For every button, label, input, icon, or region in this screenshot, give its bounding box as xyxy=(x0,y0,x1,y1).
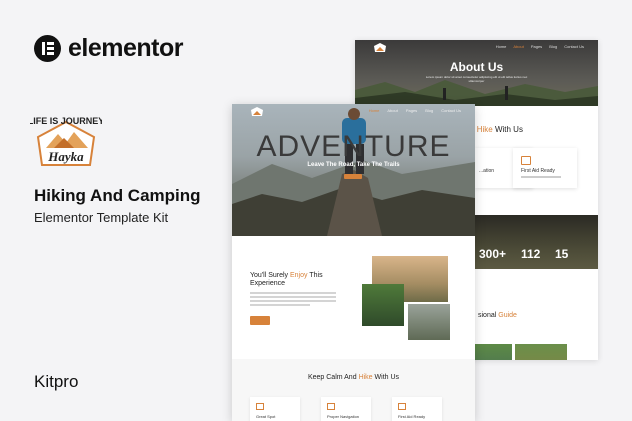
about-hero: Home About Pages Blog Contact Us About U… xyxy=(355,40,598,106)
kit-subtitle: Elementor Template Kit xyxy=(34,210,169,225)
guide-section-title: sional Guide xyxy=(478,312,517,319)
hayka-small-logo xyxy=(251,107,263,116)
hike-section-title: d Hike With Us xyxy=(470,125,523,134)
home-nav: Home About Pages Blog Contact Us xyxy=(369,108,461,113)
stat-value: 15 xyxy=(555,247,569,261)
calm-section-title: Keep Calm And Hike With Us xyxy=(307,374,400,381)
author-name: Kitpro xyxy=(34,372,79,391)
feature-card-first-aid: First Aid Ready xyxy=(392,397,442,421)
collage-photo xyxy=(362,284,404,326)
stats-band: 300+ 112 15 xyxy=(475,215,598,269)
nav-pages[interactable]: Pages xyxy=(406,108,417,113)
first-aid-icon xyxy=(521,156,531,165)
hero-title: ADVENTURE xyxy=(256,130,451,163)
nav-contact[interactable]: Contact Us xyxy=(564,44,584,49)
collage-photo xyxy=(408,304,450,340)
first-aid-icon xyxy=(398,403,406,410)
elementor-logo: elementor xyxy=(34,34,183,63)
stat-value: 112 xyxy=(521,247,541,261)
nav-home[interactable]: Home xyxy=(496,44,507,49)
navigation-icon xyxy=(327,403,335,410)
nav-contact[interactable]: Contact Us xyxy=(441,108,461,113)
home-page-preview: Home About Pages Blog Contact Us ADVENTU… xyxy=(232,104,475,421)
nav-about[interactable]: About xyxy=(513,44,523,49)
enjoy-paragraph xyxy=(250,292,336,308)
spot-icon xyxy=(256,403,264,410)
nav-blog[interactable]: Blog xyxy=(549,44,557,49)
hero-subtitle: Leave The Road, Take The Trails xyxy=(307,162,400,168)
hayka-name: Hayka xyxy=(47,149,84,164)
about-title: About Us xyxy=(449,60,504,74)
adventure-hero: Home About Pages Blog Contact Us ADVENTU… xyxy=(232,104,475,236)
guide-photo xyxy=(515,344,567,360)
learn-more-button[interactable] xyxy=(250,316,270,325)
about-nav: Home About Pages Blog Contact Us xyxy=(496,44,584,49)
hayka-logo: LIFE IS JOURNEY Hayka xyxy=(28,110,104,172)
feature-card-first-aid: First Aid Ready xyxy=(513,148,577,188)
nav-home[interactable]: Home xyxy=(369,108,380,113)
feature-card-navigation: Proper Navigation xyxy=(321,397,371,421)
nav-about[interactable]: About xyxy=(387,108,397,113)
elementor-e-icon xyxy=(34,35,61,62)
kit-title: Hiking And Camping xyxy=(34,186,201,205)
elementor-wordmark: elementor xyxy=(68,34,183,62)
hayka-tagline: LIFE IS JOURNEY xyxy=(30,116,102,126)
about-text: Lorem ipsum dolor sit amet consectetur a… xyxy=(425,75,528,83)
nav-blog[interactable]: Blog xyxy=(425,108,433,113)
enjoy-section-title: You'll Surely Enjoy This Experience xyxy=(250,272,323,287)
feature-card-great-spot: Great Spot xyxy=(250,397,300,421)
hero-cta-button[interactable] xyxy=(344,174,362,179)
stat-value: 300+ xyxy=(479,247,507,261)
nav-pages[interactable]: Pages xyxy=(531,44,542,49)
hayka-small-logo xyxy=(374,43,386,52)
